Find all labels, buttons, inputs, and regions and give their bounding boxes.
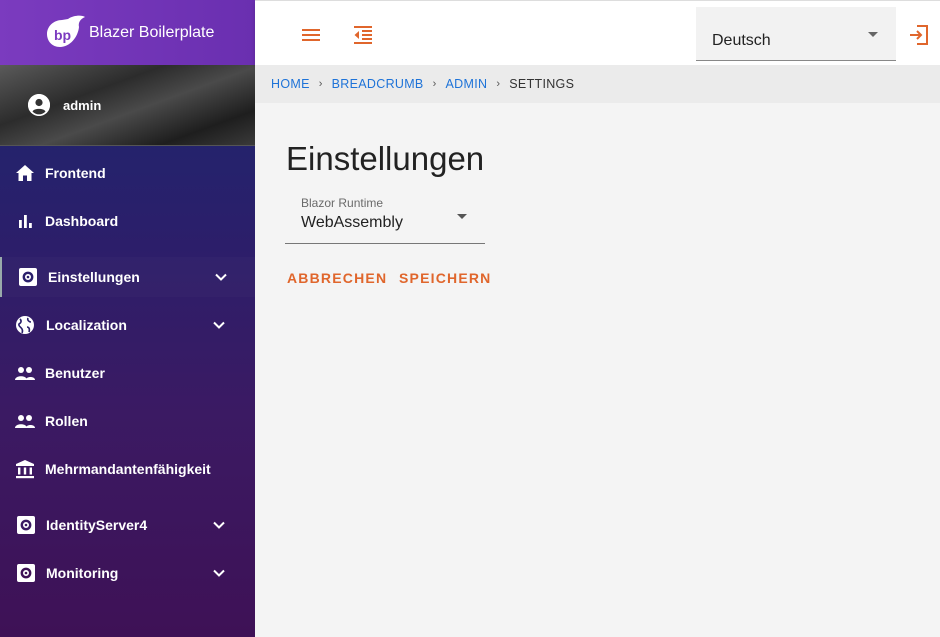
sidebar-item-label: Benutzer	[45, 365, 105, 381]
blazor-runtime-value: WebAssembly	[301, 214, 403, 231]
blazor-runtime-select[interactable]: Blazor Runtime WebAssembly	[285, 192, 485, 244]
sidebar-item-label: Frontend	[45, 165, 106, 181]
people-icon	[14, 410, 36, 432]
language-select-value: Deutsch	[712, 32, 771, 49]
people-icon	[14, 362, 36, 384]
gear-icon	[17, 266, 39, 288]
dropdown-arrow-icon	[457, 214, 467, 219]
dropdown-arrow-icon	[868, 32, 878, 37]
breadcrumb-current: SETTINGS	[509, 77, 575, 91]
chevron-down-icon[interactable]	[211, 517, 227, 533]
breadcrumb-link-admin[interactable]: ADMIN	[446, 77, 488, 91]
logout-icon[interactable]	[907, 23, 931, 47]
language-select[interactable]: Deutsch	[696, 7, 896, 61]
blazor-runtime-label: Blazor Runtime	[301, 196, 384, 210]
sidebar-item-monitoring[interactable]: Monitoring	[0, 553, 255, 593]
sidebar-item-dashboard[interactable]: Dashboard	[0, 201, 255, 241]
sidebar-item-label: Dashboard	[45, 213, 119, 229]
gear-icon	[15, 562, 37, 584]
save-button[interactable]: SPEICHERN	[399, 264, 491, 292]
chevron-down-icon[interactable]	[211, 317, 227, 333]
home-icon	[14, 162, 36, 184]
breadcrumb-link-breadcrumb[interactable]: BREADCRUMB	[332, 77, 424, 91]
sidebar-item-mehrmandantenfaehigkeit[interactable]: Mehrmandantenfähigkeit	[0, 449, 255, 489]
chevron-down-icon[interactable]	[213, 269, 229, 285]
format-indent-decrease-icon[interactable]	[351, 23, 375, 47]
bank-icon	[14, 458, 36, 480]
breadcrumb-separator: ›	[432, 78, 437, 90]
user-name: admin	[63, 97, 102, 113]
breadcrumb-separator: ›	[318, 78, 323, 90]
sidebar-item-label: Mehrmandantenfähigkeit	[45, 461, 211, 477]
account-circle-icon	[28, 94, 50, 116]
brand-logo-icon: bp	[44, 15, 86, 51]
sidebar-item-label: Monitoring	[46, 565, 119, 581]
sidebar-item-benutzer[interactable]: Benutzer	[0, 353, 255, 393]
sidebar-item-label: Rollen	[45, 413, 88, 429]
globe-icon	[14, 314, 36, 336]
app-title: Blazer Boilerplate	[89, 23, 215, 41]
sidebar-item-frontend[interactable]: Frontend	[0, 153, 255, 193]
brand-logo-text: bp	[54, 27, 71, 43]
breadcrumb-link-home[interactable]: HOME	[271, 77, 310, 91]
top-app-bar: Deutsch	[255, 0, 940, 65]
breadcrumb: HOME › BREADCRUMB › ADMIN › SETTINGS	[255, 65, 940, 103]
user-panel[interactable]: admin	[0, 65, 255, 146]
page-title: Einstellungen	[286, 140, 485, 177]
cancel-button[interactable]: ABBRECHEN	[287, 264, 387, 292]
bar-chart-icon	[14, 210, 36, 232]
sidebar-item-localization[interactable]: Localization	[0, 305, 255, 345]
gear-icon	[15, 514, 37, 536]
sidebar: bp Blazer Boilerplate admin Frontend Das…	[0, 0, 255, 637]
sidebar-item-identityserver4[interactable]: IdentityServer4	[0, 505, 255, 545]
breadcrumb-separator: ›	[496, 78, 501, 90]
menu-icon[interactable]	[299, 23, 323, 47]
sidebar-item-einstellungen[interactable]: Einstellungen	[0, 257, 255, 297]
brand-header[interactable]: bp Blazer Boilerplate	[0, 0, 255, 65]
sidebar-item-label: Localization	[46, 317, 127, 333]
chevron-down-icon[interactable]	[211, 565, 227, 581]
sidebar-item-label: IdentityServer4	[46, 517, 148, 533]
sidebar-item-label: Einstellungen	[48, 269, 140, 285]
sidebar-item-rollen[interactable]: Rollen	[0, 401, 255, 441]
